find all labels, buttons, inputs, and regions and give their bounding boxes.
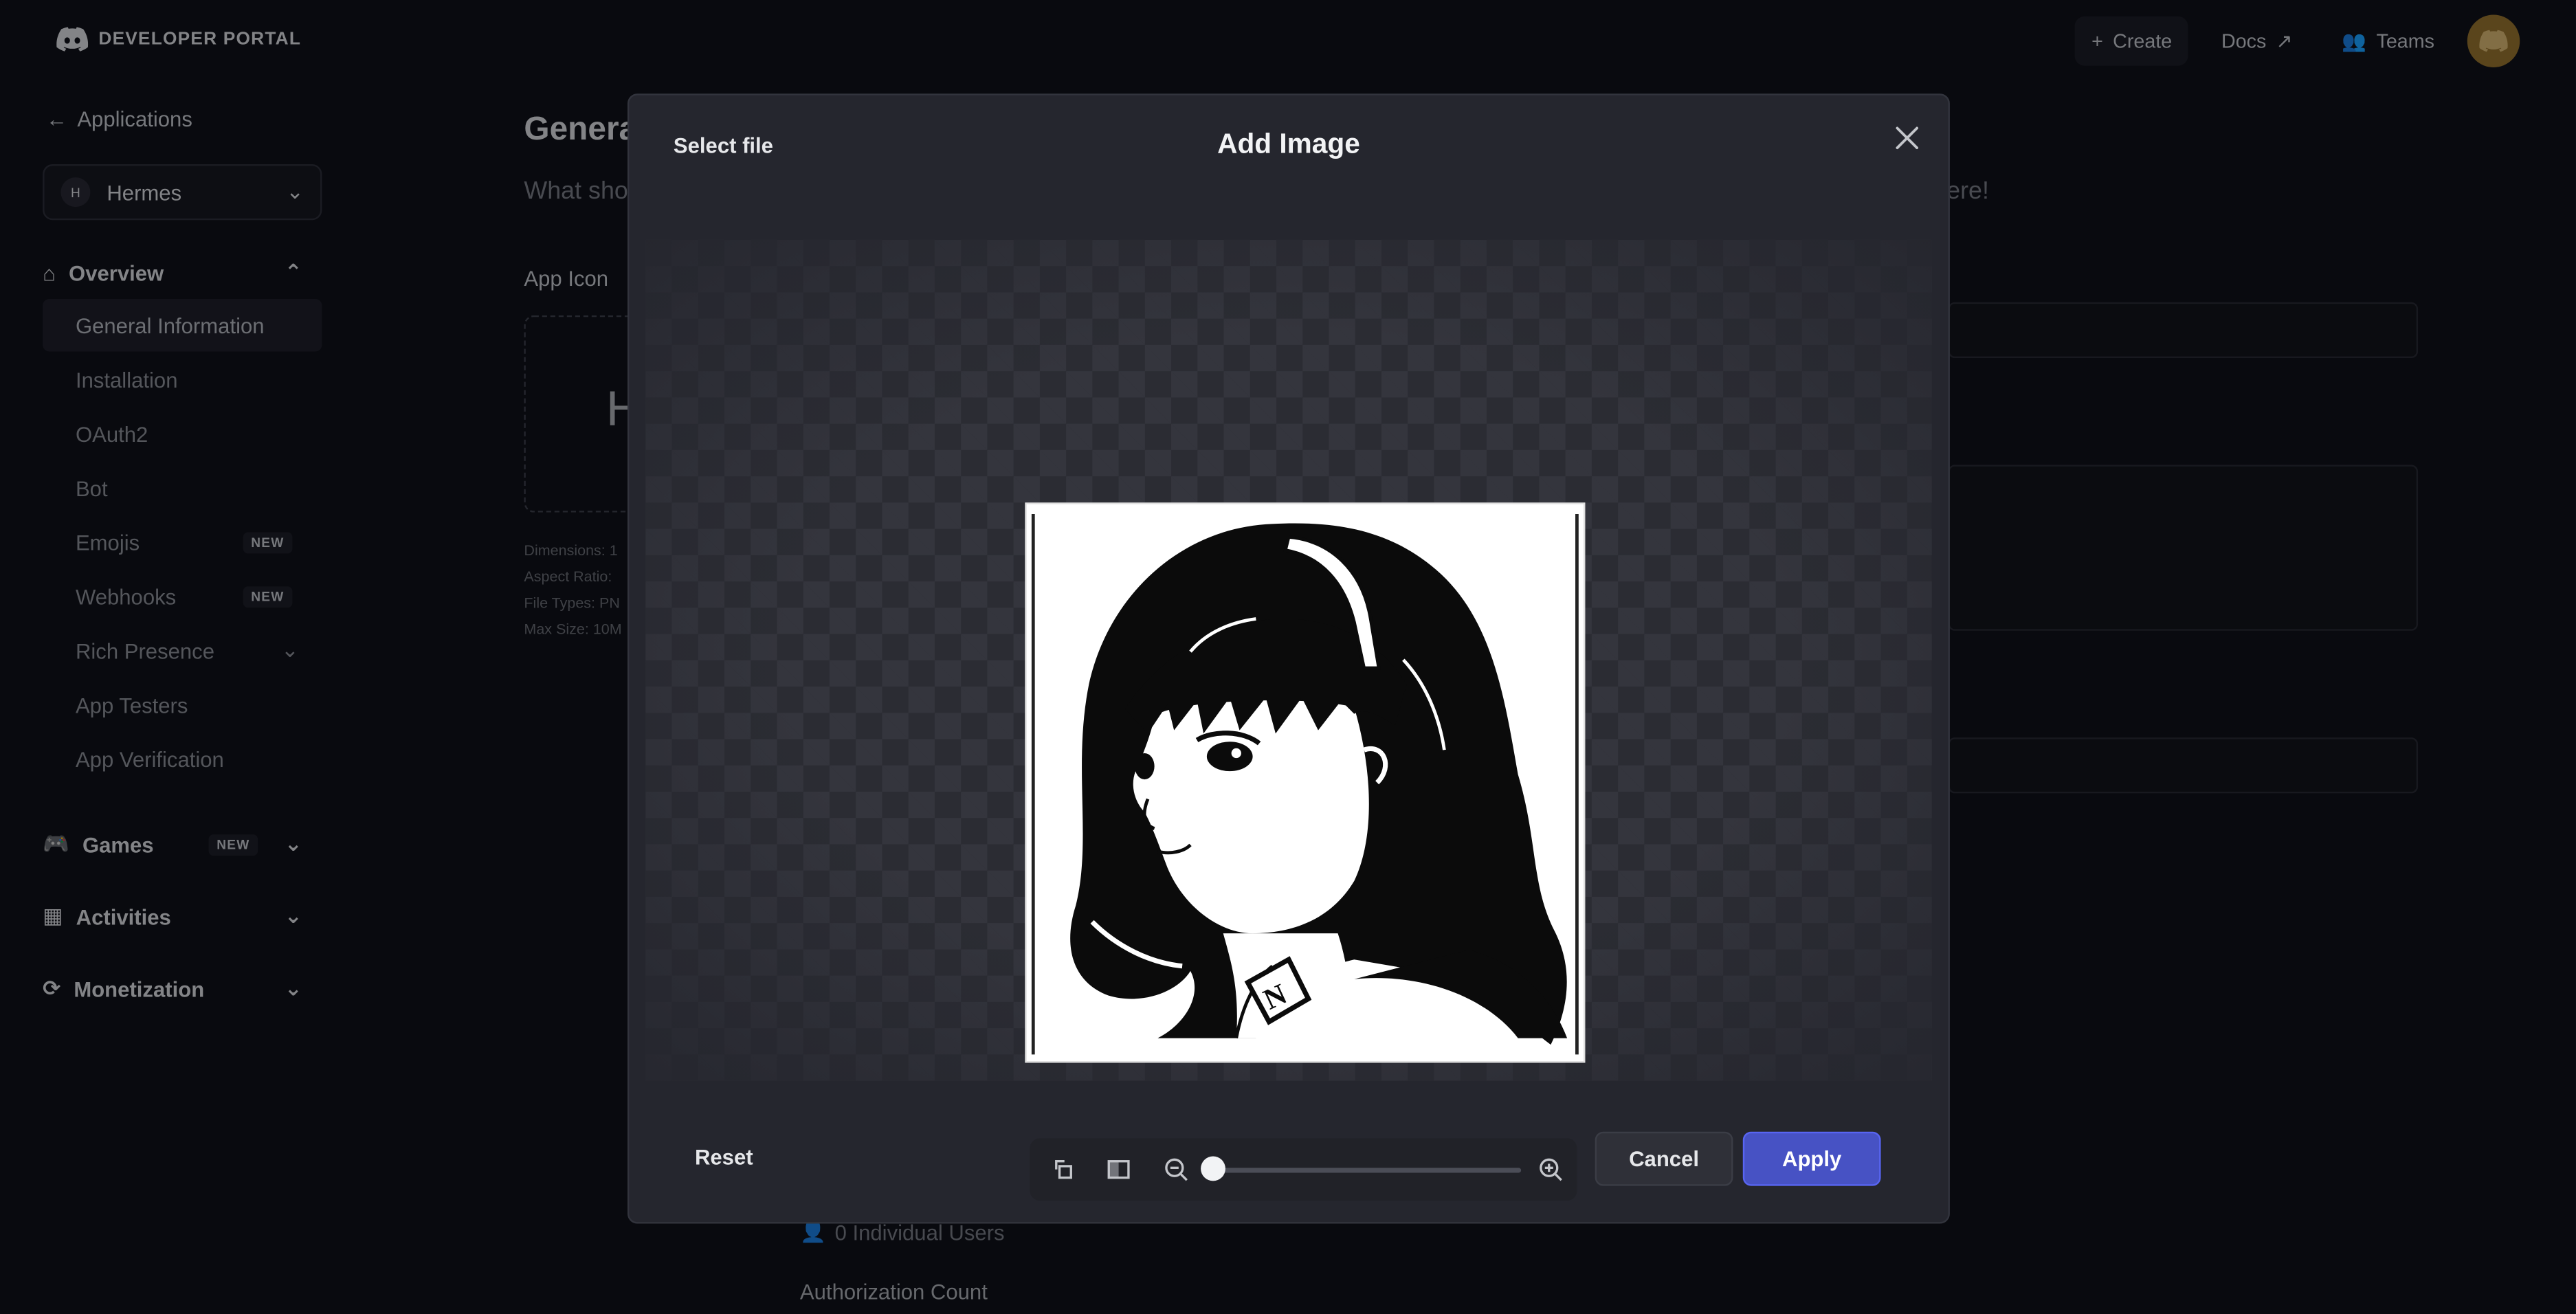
- modal-title: Add Image: [1217, 128, 1360, 159]
- zoom-slider-handle[interactable]: [1201, 1156, 1225, 1181]
- anime-girl-image: N: [1026, 504, 1584, 1061]
- zoom-out-icon[interactable]: [1162, 1155, 1191, 1184]
- apply-button[interactable]: Apply: [1742, 1131, 1881, 1186]
- add-image-modal: Select file Add Image N Reset Cancel App…: [627, 93, 1950, 1224]
- image-crop-area[interactable]: N: [1025, 502, 1586, 1063]
- reset-button[interactable]: Reset: [695, 1145, 753, 1170]
- close-icon[interactable]: [1891, 122, 1924, 155]
- zoom-in-icon[interactable]: [1536, 1155, 1566, 1184]
- flip-icon[interactable]: [1104, 1155, 1133, 1184]
- zoom-slider-track[interactable]: [1212, 1168, 1522, 1173]
- image-controls: [1030, 1138, 1577, 1201]
- cancel-button[interactable]: Cancel: [1595, 1131, 1733, 1186]
- rotate-icon[interactable]: [1050, 1155, 1079, 1184]
- crop-stage[interactable]: N: [645, 239, 1932, 1201]
